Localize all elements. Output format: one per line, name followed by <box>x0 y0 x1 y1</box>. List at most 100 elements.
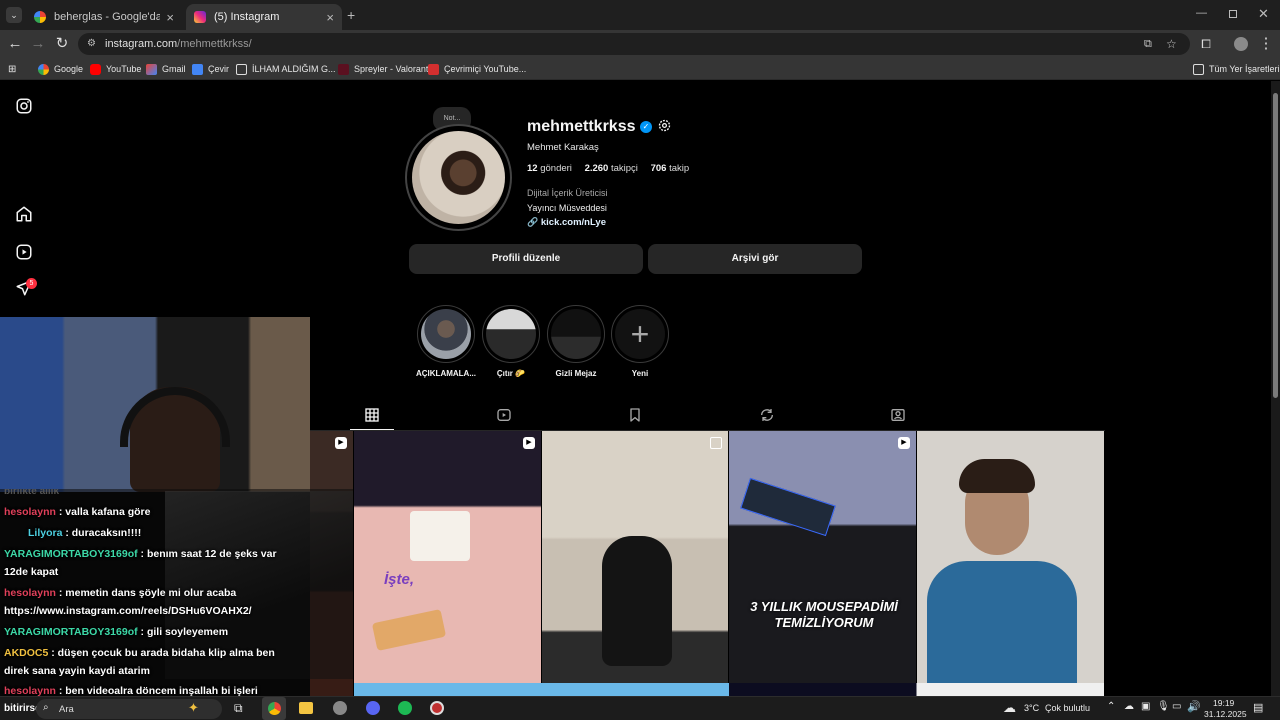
profile-link[interactable]: 🔗 kick.com/nLye <box>527 217 606 228</box>
posts-count: 12 <box>527 163 538 174</box>
post-tile-5[interactable] <box>917 431 1104 696</box>
tab-instagram[interactable]: (5) Instagram × <box>186 4 342 30</box>
highlight-citir[interactable]: Çıtır 🌮 <box>481 305 541 378</box>
apps-grid-icon[interactable]: ⊞ <box>8 62 16 76</box>
page-scrollbar[interactable] <box>1271 81 1280 696</box>
posts-grid-tab-icon[interactable] <box>364 407 380 423</box>
chat-text: : duracaksın!!!! <box>65 527 142 539</box>
notification-center-icon[interactable]: ▤ <box>1253 701 1263 714</box>
clock-time[interactable]: 19:19 <box>1213 698 1234 708</box>
close-tab-icon[interactable]: × <box>166 10 174 25</box>
network-icon[interactable]: ▭ <box>1172 701 1181 712</box>
following-stat[interactable]: 706 takip <box>651 163 690 174</box>
edit-profile-button[interactable]: Profili düzenle <box>409 244 643 274</box>
bookmark-all-folder[interactable]: Tüm Yer İşaretleri <box>1193 62 1280 76</box>
highlight-new[interactable]: + Yeni <box>610 305 670 378</box>
highlight-gizli-mejaz[interactable]: Gizli Mejaz <box>546 305 606 378</box>
spotify-icon[interactable] <box>398 701 412 715</box>
reload-icon[interactable]: ↻ <box>52 34 72 54</box>
saved-tab-icon[interactable] <box>627 407 643 423</box>
chat-message: AKDOC5 : düşen çocuk bu arada bidaha kli… <box>4 644 275 663</box>
active-tab-indicator <box>350 429 394 430</box>
tagged-tab-icon[interactable] <box>890 407 906 423</box>
new-tab-button[interactable]: + <box>347 7 355 23</box>
bookmark-google[interactable]: Google <box>38 62 83 76</box>
install-app-icon[interactable]: ⧉ <box>1144 33 1152 55</box>
chat-message: 12de kapat <box>4 563 58 582</box>
highlight-label: Gizli Mejaz <box>555 369 597 378</box>
tray-chevron-icon[interactable]: ⌃ <box>1107 701 1115 712</box>
onedrive-icon[interactable]: ☁ <box>1124 701 1134 712</box>
chrome-taskbar-icon[interactable] <box>262 697 286 720</box>
bookmark-valorant[interactable]: Spreyler - Valorant <box>338 62 428 76</box>
obs-icon[interactable] <box>430 701 444 715</box>
highlight-ring <box>417 305 475 363</box>
profile-username: mehmettkrkss <box>527 118 636 135</box>
settings-gear-icon[interactable] <box>657 118 672 133</box>
bookmark-translate[interactable]: Çevir <box>192 62 229 76</box>
reels-icon[interactable] <box>15 243 33 261</box>
bookmark-label: Çevrimiçi YouTube... <box>444 64 527 74</box>
instagram-icon <box>194 11 206 23</box>
restore-window-button[interactable] <box>1229 10 1237 18</box>
tray-app-icon[interactable]: ▣ <box>1141 701 1150 712</box>
chat-user: hesolaynn <box>4 587 56 599</box>
profile-avatar-icon[interactable] <box>1234 37 1248 51</box>
profile-avatar[interactable] <box>405 124 512 231</box>
file-explorer-icon[interactable] <box>299 702 313 714</box>
post-tile-2[interactable]: İşte, ▶ <box>354 431 541 696</box>
task-view-icon[interactable]: ⧉ <box>234 701 243 716</box>
chrome-icon <box>267 702 281 715</box>
reels-tab-icon[interactable] <box>496 407 512 423</box>
site-info-icon[interactable]: ⚙ <box>87 33 96 55</box>
home-icon[interactable] <box>15 205 33 223</box>
taskbar-search-box[interactable]: ⌕ Ara ✦ <box>36 699 222 719</box>
volume-icon[interactable]: 🔊 <box>1187 700 1201 713</box>
reposts-tab-icon[interactable] <box>759 407 775 423</box>
microphone-icon[interactable]: 🎙 <box>1157 701 1170 712</box>
app-icon-1[interactable] <box>333 701 347 715</box>
forward-icon[interactable]: → <box>28 34 48 54</box>
bookmark-star-icon[interactable]: ☆ <box>1166 33 1177 55</box>
tab-google-search[interactable]: beherglas - Google'da Ara × <box>26 4 182 30</box>
bookmark-online-youtube[interactable]: Çevrimiçi YouTube... <box>428 62 526 76</box>
followers-stat[interactable]: 2.260 takipçi <box>585 163 638 174</box>
windows-taskbar: bitirirsem ⌕ Ara ✦ ⧉ ☁ 3°C Çok bulutlu ⌃… <box>0 696 1280 720</box>
weather-icon[interactable]: ☁ <box>1003 700 1016 716</box>
bookmark-gmail[interactable]: Gmail <box>146 62 186 76</box>
post-person-shirt <box>927 561 1077 696</box>
bookmark-youtube[interactable]: YouTube <box>90 62 141 76</box>
minimize-window-button[interactable]: — <box>1196 7 1207 19</box>
post-tile-3[interactable] <box>542 431 728 696</box>
discord-icon[interactable] <box>366 701 380 715</box>
folder-icon <box>1193 63 1204 75</box>
chat-message: YARAGIMORTABOY3169of : gili soyleyemem <box>4 623 228 642</box>
tab-title: (5) Instagram <box>214 11 280 23</box>
chat-text: 12de kapat <box>4 566 59 578</box>
highlight-aciklamalar[interactable]: AÇIKLAMALA... <box>416 305 476 378</box>
chat-message: YARAGIMORTABOY3169of : benım saat 12 de … <box>4 545 277 564</box>
weather-temperature[interactable]: 3°C <box>1024 703 1039 713</box>
browser-menu-icon[interactable]: ⋮ <box>1256 34 1276 54</box>
posts-stat[interactable]: 12 gönderi <box>527 163 572 174</box>
webcam-overlay <box>0 317 310 492</box>
weather-condition[interactable]: Çok bulutlu <box>1045 703 1090 713</box>
clock-date[interactable]: 31.12.2025 <box>1204 709 1247 719</box>
highlight-label: Çıtır 🌮 <box>496 369 526 378</box>
tab-search-button[interactable]: ⌄ <box>6 7 22 23</box>
scrollbar-thumb[interactable] <box>1273 93 1278 398</box>
close-tab-icon[interactable]: × <box>326 10 334 25</box>
bookmark-folder-ilham[interactable]: İLHAM ALDIĞIM G... <box>236 62 336 76</box>
close-window-button[interactable]: ✕ <box>1258 6 1269 22</box>
chat-user: YARAGIMORTABOY3169of <box>4 626 138 638</box>
bookmark-label: Spreyler - Valorant <box>354 64 429 74</box>
post-tile-4[interactable]: 3 YILLIK MOUSEPADİMİ TEMİZLİYORUM ▶ <box>729 431 916 696</box>
address-bar[interactable]: ⚙ instagram.com/mehmettkrkss/ ⧉ ☆ <box>78 33 1190 55</box>
highlight-label: AÇIKLAMALA... <box>416 369 476 378</box>
back-icon[interactable]: ← <box>5 34 25 54</box>
extensions-icon[interactable]: ⧠ <box>1196 34 1216 54</box>
instagram-logo-icon[interactable] <box>15 97 33 115</box>
view-archive-button[interactable]: Arşivi gör <box>648 244 862 274</box>
url-host: instagram.com <box>105 38 178 50</box>
link-text: kick.com/nLye <box>540 217 606 228</box>
